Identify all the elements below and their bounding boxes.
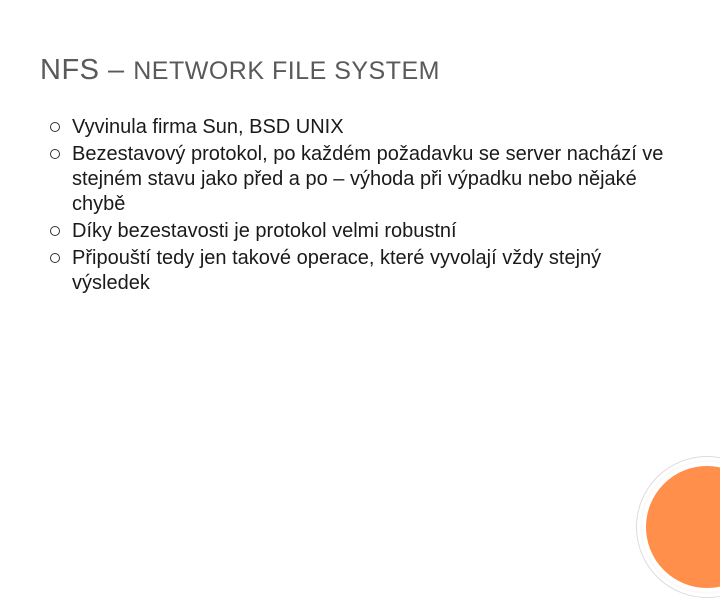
slide-title: NFS – NETWORK FILE SYSTEM [40,54,680,87]
title-prefix: NFS [40,54,100,86]
list-item: Díky bezestavosti je protokol velmi robu… [46,219,680,244]
bullet-list: Vyvinula firma Sun, BSD UNIX Bezestavový… [40,115,680,296]
list-item: Bezestavový protokol, po každém požadavk… [46,142,680,217]
list-item: Vyvinula firma Sun, BSD UNIX [46,115,680,140]
title-dash: – [100,54,134,86]
slide: NFS – NETWORK FILE SYSTEM Vyvinula firma… [0,0,720,540]
title-rest: NETWORK FILE SYSTEM [133,57,440,85]
list-item: Připouští tedy jen takové operace, které… [46,246,680,296]
